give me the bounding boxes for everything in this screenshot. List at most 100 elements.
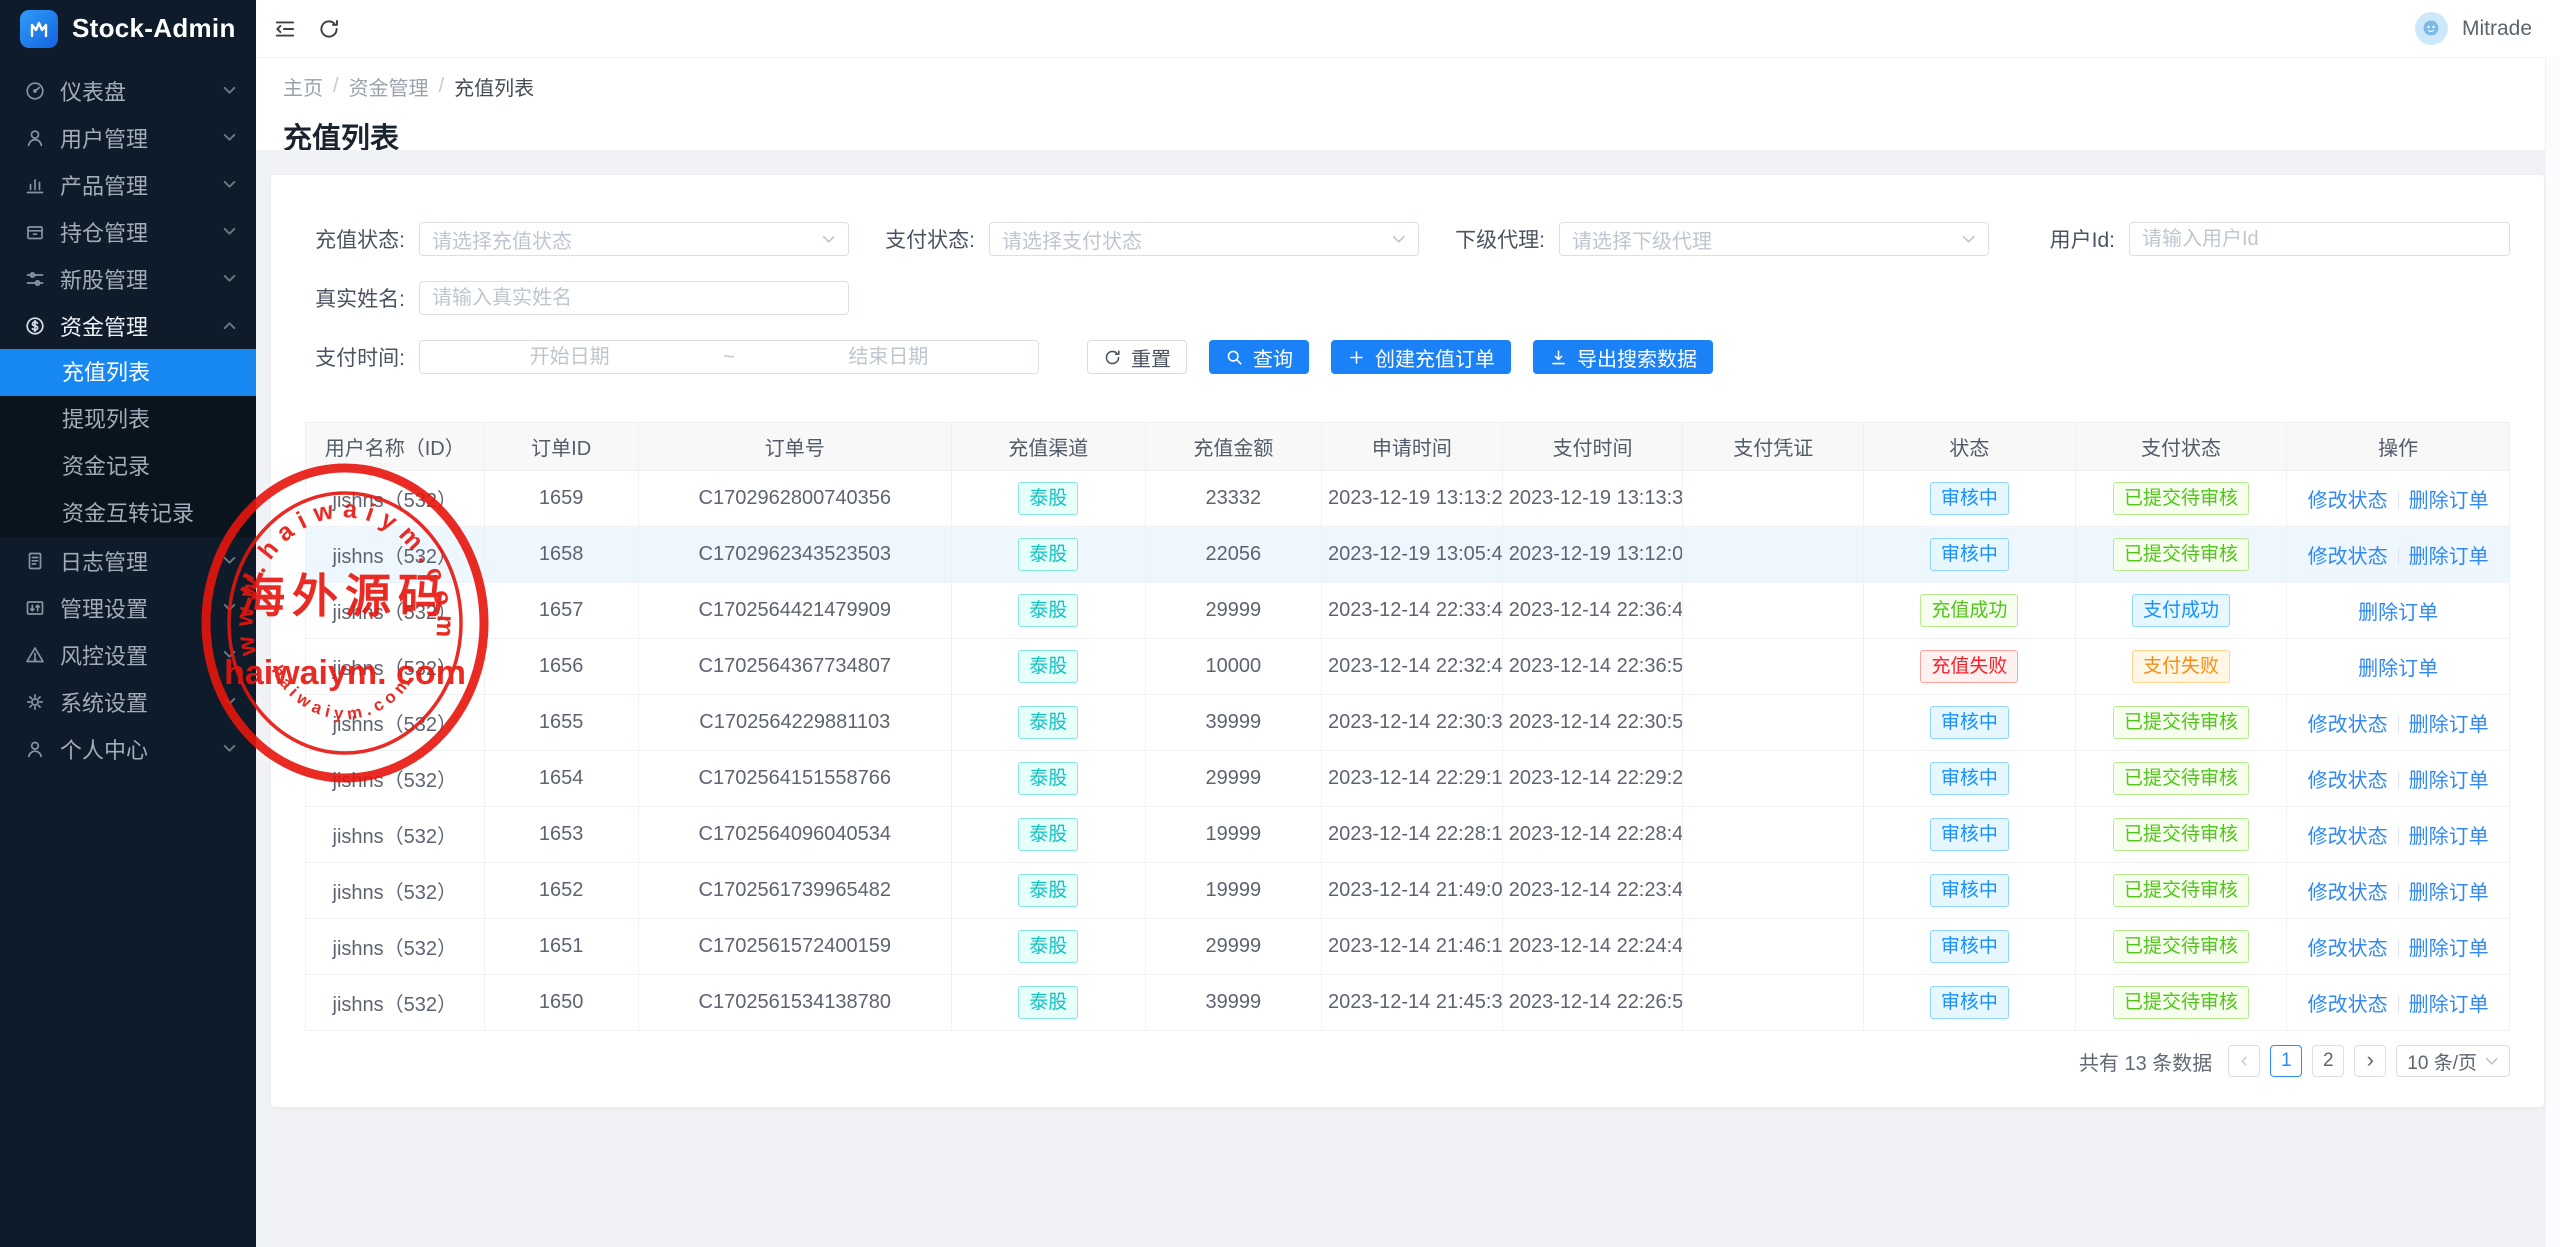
status-badge: 充值成功 — [1920, 594, 2018, 628]
pagination-page-2[interactable]: 2 — [2312, 1045, 2344, 1077]
system-settings-icon — [24, 691, 46, 713]
sidebar-subitem-5-1[interactable]: 提现列表 — [0, 396, 256, 443]
query-button[interactable]: 查询 — [1209, 340, 1309, 374]
pay-status-select[interactable]: 请选择支付状态 — [989, 222, 1419, 256]
user-id-input[interactable] — [2129, 222, 2510, 256]
filter-row-1: 充值状态: 请选择充值状态 支付状态: 请选择支付状态 — [305, 222, 2510, 256]
delete-order-link[interactable]: 删除订单 — [2409, 546, 2489, 568]
pagination-prev-button[interactable]: ‹ — [2228, 1045, 2260, 1077]
cell-user: jishns（532） — [306, 807, 485, 863]
scrollbar[interactable] — [2545, 57, 2560, 1247]
delete-order-link[interactable]: 删除订单 — [2409, 938, 2489, 960]
end-date-input[interactable] — [739, 345, 1038, 370]
cell-pay-time: 2023-12-14 22:28:40 — [1502, 807, 1683, 863]
refresh-icon[interactable] — [317, 17, 341, 41]
modify-status-link[interactable]: 修改状态 — [2308, 994, 2388, 1016]
table-row: jishns（532）1651C1702561572400159泰股299992… — [306, 919, 2510, 975]
breadcrumb-separator: / — [333, 75, 339, 98]
pay-status-badge: 已提交待审核 — [2113, 482, 2249, 516]
channel-tag: 泰股 — [1018, 650, 1078, 684]
sidebar-subitem-5-2[interactable]: 资金记录 — [0, 443, 256, 490]
sidebar-item-5[interactable]: 资金管理 — [0, 302, 256, 349]
status-badge: 审核中 — [1930, 762, 2009, 796]
modify-status-link[interactable]: 修改状态 — [2308, 770, 2388, 792]
cell-voucher — [1683, 639, 1864, 695]
sidebar-item-4[interactable]: 新股管理 — [0, 255, 256, 302]
pagination-next-button[interactable]: › — [2354, 1045, 2386, 1077]
sidebar-item-9[interactable]: 系统设置 — [0, 678, 256, 725]
cell-actions: 修改状态删除订单 — [2287, 471, 2510, 527]
cell-status: 充值成功 — [1864, 583, 2076, 639]
delete-order-link[interactable]: 删除订单 — [2409, 714, 2489, 736]
start-date-input[interactable] — [420, 345, 719, 370]
cell-apply-time: 2023-12-14 22:32:48 — [1321, 639, 1502, 695]
real-name-input[interactable] — [419, 281, 849, 315]
sidebar-item-2[interactable]: 产品管理 — [0, 161, 256, 208]
breadcrumb-item-1[interactable]: 资金管理 — [349, 72, 429, 101]
pagination-pages: 12 — [2270, 1045, 2344, 1077]
cell-order-no: C1702962800740356 — [638, 471, 951, 527]
sidebar-subitem-5-3[interactable]: 资金互转记录 — [0, 490, 256, 537]
modify-status-link[interactable]: 修改状态 — [2308, 826, 2388, 848]
breadcrumb-item-0[interactable]: 主页 — [283, 72, 323, 101]
cell-order-no: C1702564229881103 — [638, 695, 951, 751]
chevron-down-icon — [223, 86, 236, 95]
action-divider — [2398, 940, 2399, 957]
delete-order-link[interactable]: 删除订单 — [2358, 602, 2438, 624]
column-header-1: 订单ID — [484, 423, 638, 471]
modify-status-link[interactable]: 修改状态 — [2308, 546, 2388, 568]
pay-status-badge: 已提交待审核 — [2113, 762, 2249, 796]
modify-status-link[interactable]: 修改状态 — [2308, 490, 2388, 512]
cell-user: jishns（532） — [306, 583, 485, 639]
sidebar-item-10[interactable]: 个人中心 — [0, 725, 256, 772]
sidebar-item-6[interactable]: 日志管理 — [0, 537, 256, 584]
breadcrumb-item-2: 充值列表 — [454, 72, 534, 101]
modify-status-link[interactable]: 修改状态 — [2308, 938, 2388, 960]
modify-status-link[interactable]: 修改状态 — [2308, 882, 2388, 904]
delete-order-link[interactable]: 删除订单 — [2409, 826, 2489, 848]
menu-fold-icon[interactable] — [273, 17, 297, 41]
cell-status: 审核中 — [1864, 471, 2076, 527]
filter-user-id: 用户Id: — [2015, 222, 2510, 256]
delete-order-link[interactable]: 删除订单 — [2409, 490, 2489, 512]
sidebar-item-3[interactable]: 持仓管理 — [0, 208, 256, 255]
pagination-total: 共有 13 条数据 — [2079, 1047, 2212, 1076]
sidebar-nav: 仪表盘用户管理产品管理持仓管理新股管理资金管理充值列表提现列表资金记录资金互转记… — [0, 67, 256, 772]
delete-order-link[interactable]: 删除订单 — [2409, 882, 2489, 904]
status-badge: 审核中 — [1930, 538, 2009, 572]
delete-order-link[interactable]: 删除订单 — [2358, 658, 2438, 680]
cell-user: jishns（532） — [306, 919, 485, 975]
delete-order-link[interactable]: 删除订单 — [2409, 770, 2489, 792]
sidebar-item-7[interactable]: 管理设置 — [0, 584, 256, 631]
create-recharge-order-button[interactable]: 创建充值订单 — [1331, 340, 1511, 374]
channel-tag: 泰股 — [1018, 986, 1078, 1020]
chevron-down-icon — [223, 744, 236, 753]
pay-status-label: 支付状态: — [875, 224, 975, 254]
reset-button[interactable]: 重置 — [1087, 340, 1187, 374]
pagination: 共有 13 条数据 ‹ 12 › 10 条/页 — [305, 1045, 2510, 1077]
avatar[interactable] — [2415, 12, 2448, 45]
cell-voucher — [1683, 527, 1864, 583]
export-search-data-button[interactable]: 导出搜索数据 — [1533, 340, 1713, 374]
pagination-page-1[interactable]: 1 — [2270, 1045, 2302, 1077]
cell-amount: 29999 — [1145, 751, 1321, 807]
logs-icon — [24, 550, 46, 572]
sidebar-subitem-5-0[interactable]: 充值列表 — [0, 349, 256, 396]
cell-channel: 泰股 — [951, 527, 1145, 583]
sidebar-item-0[interactable]: 仪表盘 — [0, 67, 256, 114]
sidebar-item-1[interactable]: 用户管理 — [0, 114, 256, 161]
modify-status-link[interactable]: 修改状态 — [2308, 714, 2388, 736]
sidebar-item-8[interactable]: 风控设置 — [0, 631, 256, 678]
chevron-up-icon — [223, 321, 236, 330]
cell-pay-status: 已提交待审核 — [2075, 471, 2287, 527]
cell-apply-time: 2023-12-19 13:05:44 — [1321, 527, 1502, 583]
agent-select[interactable]: 请选择下级代理 — [1559, 222, 1989, 256]
recharge-status-select[interactable]: 请选择充值状态 — [419, 222, 849, 256]
page-size-select[interactable]: 10 条/页 — [2396, 1045, 2510, 1077]
sidebar-item-label: 风控设置 — [60, 639, 148, 671]
delete-order-link[interactable]: 删除订单 — [2409, 994, 2489, 1016]
chevron-down-icon — [223, 603, 236, 612]
recharge-list-card: 充值状态: 请选择充值状态 支付状态: 请选择支付状态 — [271, 175, 2544, 1107]
filter-pay-status: 支付状态: 请选择支付状态 — [875, 222, 1419, 256]
user-name: Mitrade — [2462, 17, 2532, 41]
